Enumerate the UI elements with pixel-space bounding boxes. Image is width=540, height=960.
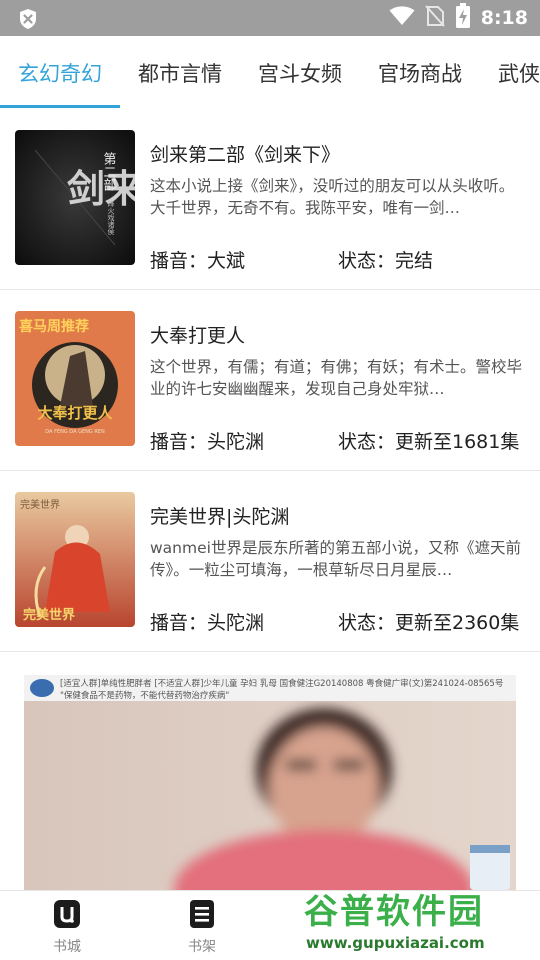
book-cover: 剑来 第二部 烽火戏诸侯 [15, 130, 135, 265]
cover-title-2: 大奉打更人 [37, 404, 113, 422]
tab-guanchang[interactable]: 官场商战 [378, 58, 462, 88]
book-description: wanmei世界是辰东所著的第五部小说，又称《遮天前传》。一粒尘可填海，一根草斩… [150, 539, 521, 579]
book-title: 剑来第二部《剑来下》 [150, 144, 341, 166]
ad-disclaimer-band: [适宜人群]单纯性肥胖者 [不适宜人群]少年儿童 孕妇 乳母 国食健注G2014… [24, 675, 516, 701]
book-status: 状态：完结 [338, 250, 434, 272]
ad-disclaimer-line-1: [适宜人群]单纯性肥胖者 [不适宜人群]少年儿童 孕妇 乳母 国食健注G2014… [60, 679, 504, 689]
cover-banner: 喜马周推荐 [19, 318, 89, 335]
book-status: 状态：更新至2360集 [338, 612, 520, 634]
cover-side-text: 第二部 [101, 152, 117, 191]
ad-disclaimer-line-2: "保健食品不是药物，不能代替药物治疗疾病" [60, 691, 230, 701]
book-narrator: 播音：头陀渊 [150, 431, 265, 453]
nav-label-bookshelf: 书架 [188, 939, 216, 955]
cover-title-3: 完美世界 [23, 607, 75, 623]
watermark-url: www.gupuxiazai.com [306, 934, 485, 952]
ad-banner[interactable]: [适宜人群]单纯性肥胖者 [不适宜人群]少年儿童 孕妇 乳母 国食健注G2014… [24, 675, 516, 890]
book-title: 大奉打更人 [150, 325, 246, 347]
battery-charging-icon [455, 3, 471, 33]
book-cover: 完美世界 完美世界 [15, 492, 135, 627]
book-item[interactable]: 完美世界 完美世界 完美世界|头陀渊 wanmei世界是辰东所著的第五部小说，又… [0, 471, 540, 652]
cover-pinyin: DA FENG DA GENG REN [45, 429, 105, 435]
book-title: 完美世界|头陀渊 [150, 506, 290, 528]
ad-image [24, 675, 516, 890]
tab-dushi[interactable]: 都市言情 [138, 58, 222, 88]
nav-item-bookshelf[interactable]: 书架 [172, 899, 232, 956]
wifi-icon [389, 6, 415, 30]
book-narrator: 播音：大斌 [150, 250, 246, 272]
store-icon [37, 899, 97, 933]
cover-top-text: 完美世界 [20, 498, 60, 511]
ad-logo-icon [30, 679, 54, 697]
site-watermark: 谷普软件园 www.gupuxiazai.com [296, 880, 540, 960]
shield-icon [18, 8, 38, 34]
book-description: 这个世界，有儒；有道；有佛；有妖；有术士。警校毕业的许七安幽幽醒来，发现自己身处… [150, 358, 523, 398]
status-bar: 8:18 [0, 0, 540, 36]
category-tabs: 玄幻奇幻 都市言情 宫斗女频 官场商战 武侠 [0, 36, 540, 110]
tab-xuanhuan[interactable]: 玄幻奇幻 [18, 58, 102, 88]
nav-item-store[interactable]: 书城 [37, 899, 97, 956]
book-cover: 喜马周推荐 大奉打更人 DA FENG DA GENG REN [15, 311, 135, 446]
nav-label-store: 书城 [53, 939, 81, 955]
bookshelf-icon [172, 899, 232, 933]
cover-author: 烽火戏诸侯 [107, 199, 115, 236]
book-item[interactable]: 剑来 第二部 烽火戏诸侯 剑来第二部《剑来下》 这本小说上接《剑来》，没听过的朋… [0, 109, 540, 290]
tab-wuxia[interactable]: 武侠 [498, 58, 540, 88]
book-status: 状态：更新至1681集 [338, 431, 520, 453]
book-description: 这本小说上接《剑来》，没听过的朋友可以从头收听。大千世界，无奇不有。我陈平安，唯… [150, 177, 515, 217]
watermark-brand: 谷普软件园 [304, 892, 484, 932]
tab-indicator [0, 105, 120, 108]
book-item[interactable]: 喜马周推荐 大奉打更人 DA FENG DA GENG REN 大奉打更人 这个… [0, 290, 540, 471]
clock-text: 8:18 [480, 7, 528, 29]
book-narrator: 播音：头陀渊 [150, 612, 265, 634]
tab-gongdou[interactable]: 宫斗女频 [258, 58, 342, 88]
no-sim-icon [424, 5, 445, 31]
